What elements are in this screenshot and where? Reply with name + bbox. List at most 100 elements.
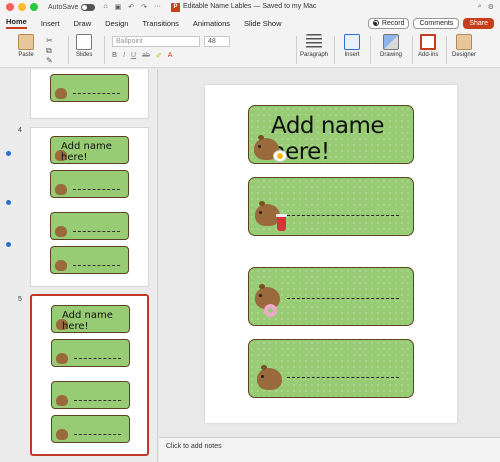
ribbon-tabs: Home Insert Draw Design Transitions Anim… — [0, 14, 500, 32]
share-button[interactable]: Share — [463, 17, 494, 29]
mini-label-title: Add name here! — [62, 310, 113, 332]
font-color-icon[interactable]: A — [168, 52, 173, 60]
title-bar: AutoSave ⌂ ▣ ↶ ↷ ··· P Editable Name Lab… — [0, 0, 500, 14]
insert-label: Insert — [344, 52, 360, 58]
underline-icon[interactable]: U — [131, 52, 136, 60]
divider — [68, 36, 69, 64]
bold-icon[interactable]: B — [112, 52, 117, 60]
name-label-4[interactable] — [248, 339, 414, 398]
comment-marker[interactable] — [6, 242, 11, 247]
home-icon[interactable]: ⌂ — [103, 3, 107, 11]
comments-button[interactable]: Comments — [413, 17, 460, 29]
slide-editing-canvas[interactable]: Add name here! — [159, 69, 500, 437]
font-name-field[interactable]: Ballpoint — [112, 36, 200, 47]
slide-thumbnail-3[interactable] — [30, 69, 149, 119]
slide-number-4: 4 — [18, 127, 22, 134]
paste-label: Paste — [18, 52, 34, 58]
font-size-field[interactable]: 48 — [204, 36, 230, 47]
mini-dash-line — [73, 231, 120, 232]
mini-dash-line — [74, 358, 121, 359]
notes-pane[interactable]: Click to add notes — [159, 437, 500, 462]
autosave-control[interactable]: AutoSave — [48, 3, 96, 11]
name-write-line — [287, 215, 399, 216]
document-title: P Editable Name Lables — Saved to my Mac — [170, 2, 317, 12]
name-label-3[interactable] — [248, 267, 414, 326]
close-window-button[interactable] — [6, 3, 14, 11]
slides-label: Slides — [76, 52, 93, 58]
capybara-icon — [55, 88, 67, 99]
slides-group[interactable]: Slides — [76, 34, 92, 58]
paste-group[interactable]: Paste — [18, 34, 34, 58]
redo-icon[interactable]: ↷ — [141, 3, 147, 11]
addins-label: Add-ins — [418, 52, 439, 58]
mini-label: Add name here! — [51, 305, 130, 333]
insert-group[interactable]: Insert — [344, 34, 360, 58]
mini-dash-line — [74, 434, 121, 435]
record-label: Record — [381, 19, 405, 27]
insert-shape-icon — [344, 34, 360, 50]
designer-label: Designer — [452, 52, 477, 58]
settings-icon[interactable]: ⚙ — [488, 3, 494, 11]
autosave-toggle[interactable] — [81, 3, 96, 11]
notes-placeholder[interactable]: Click to add notes — [166, 443, 222, 450]
title-right-icons: ⌕ ⚙ — [478, 3, 494, 11]
mini-label — [50, 212, 129, 240]
align-text-icon — [306, 34, 323, 50]
capybara-icon — [55, 226, 67, 237]
undo-icon[interactable]: ↶ — [128, 3, 134, 11]
name-write-line — [287, 298, 399, 299]
comment-marker[interactable] — [6, 200, 11, 205]
save-icon[interactable]: ▣ — [115, 3, 122, 11]
paragraph-group[interactable]: Paragraph — [300, 34, 328, 58]
name-write-line — [287, 377, 399, 378]
donut-icon — [264, 304, 277, 317]
tab-transitions[interactable]: Transitions — [142, 19, 178, 28]
divider — [334, 36, 335, 64]
strikethrough-icon[interactable]: ab — [142, 52, 150, 60]
clipboard-small-icons: ✂ ⧉ ✎ — [46, 36, 53, 66]
tab-home[interactable]: Home — [6, 17, 27, 29]
minimize-window-button[interactable] — [18, 3, 26, 11]
current-slide[interactable]: Add name here! — [205, 85, 457, 423]
mini-label — [50, 170, 129, 198]
share-label: Share — [469, 19, 488, 27]
more-icon[interactable]: ··· — [154, 3, 161, 11]
tab-design[interactable]: Design — [105, 19, 128, 28]
record-icon — [372, 20, 379, 26]
tab-draw[interactable]: Draw — [74, 19, 92, 28]
name-label-title[interactable]: Add name here! — [271, 113, 413, 163]
copy-icon[interactable]: ⧉ — [46, 46, 53, 56]
designer-group[interactable]: Designer — [452, 34, 476, 58]
slide-thumbnail-5-selected[interactable]: Add name here! — [30, 294, 149, 456]
name-label-2[interactable] — [248, 177, 414, 236]
slide-thumbnails-pane[interactable]: 4 Add name here! 5 Add name here! — [0, 69, 158, 462]
divider — [412, 36, 413, 64]
search-icon[interactable]: ⌕ — [478, 3, 482, 11]
name-label-1[interactable]: Add name here! — [248, 105, 414, 164]
capybara-icon — [56, 429, 68, 440]
powerpoint-file-icon: P — [170, 2, 180, 12]
shapes-icon — [383, 34, 399, 50]
tab-slide-show[interactable]: Slide Show — [244, 19, 282, 28]
fried-egg-icon — [273, 150, 287, 162]
tab-animations[interactable]: Animations — [193, 19, 230, 28]
window-controls — [6, 3, 38, 11]
zoom-window-button[interactable] — [30, 3, 38, 11]
divider — [370, 36, 371, 64]
tab-insert[interactable]: Insert — [41, 19, 60, 28]
mini-dash-line — [74, 400, 121, 401]
record-button[interactable]: Record — [367, 17, 410, 29]
italic-icon[interactable]: I — [123, 52, 125, 60]
slide-thumbnail-4[interactable]: Add name here! — [30, 127, 149, 287]
ribbon-toolbar: Paste ✂ ⧉ ✎ Slides Ballpoint 48 B I U ab… — [0, 32, 500, 68]
mini-label-title: Add name here! — [61, 141, 112, 163]
mini-label: Add name here! — [50, 136, 129, 164]
document-title-text: Editable Name Lables — Saved to my Mac — [182, 2, 317, 10]
drawing-group[interactable]: Drawing — [380, 34, 402, 58]
comment-marker[interactable] — [6, 151, 11, 156]
mini-dash-line — [73, 189, 120, 190]
addins-group[interactable]: Add-ins — [418, 34, 438, 58]
highlight-icon[interactable]: ✐ — [156, 52, 162, 60]
cut-icon[interactable]: ✂ — [46, 36, 53, 46]
format-painter-icon[interactable]: ✎ — [46, 56, 53, 66]
